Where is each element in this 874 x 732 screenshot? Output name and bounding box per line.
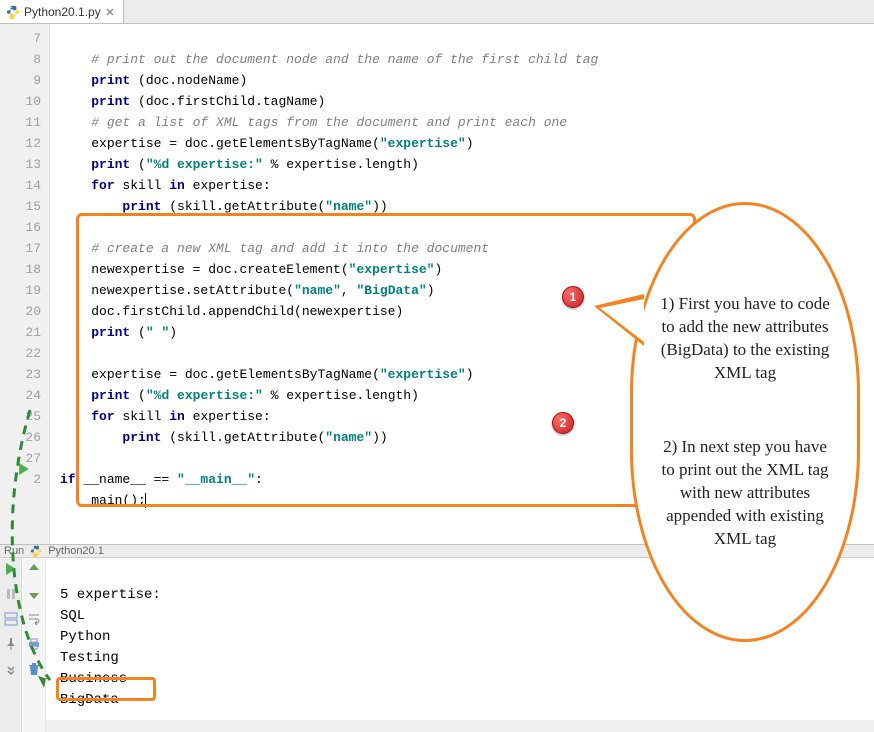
code-line: print (skill.getAttribute("name")) — [60, 430, 388, 445]
code-line: expertise = doc.getElementsByTagName("ex… — [60, 367, 474, 382]
console-line: Python — [60, 629, 110, 645]
code-line — [60, 220, 68, 235]
code-line: print ("%d expertise:" % expertise.lengt… — [60, 388, 419, 403]
console-output[interactable]: 5 expertise: SQL Python Testing Business… — [46, 558, 874, 732]
line-number-gutter: 78910 11121314 15161718 19202122 2324252… — [0, 24, 50, 544]
console-line: Testing — [60, 650, 119, 666]
code-line: print (" ") — [60, 325, 177, 340]
code-line: for skill in expertise: — [60, 178, 271, 193]
code-line: print (doc.firstChild.tagName) — [60, 94, 325, 109]
stop-icon[interactable] — [4, 587, 18, 604]
print-icon[interactable] — [27, 637, 41, 654]
code-line: newexpertise = doc.createElement("expert… — [60, 262, 442, 277]
up-icon[interactable] — [27, 562, 41, 579]
code-line: for skill in expertise: — [60, 409, 271, 424]
code-line: newexpertise.setAttribute("name", "BigDa… — [60, 283, 435, 298]
callout-text-2: 2) In next step you have to print out th… — [655, 436, 835, 551]
code-line: # print out the document node and the na… — [60, 52, 598, 67]
trash-icon[interactable] — [27, 662, 41, 679]
run-toolbar-secondary — [22, 558, 46, 732]
wrap-icon[interactable] — [27, 612, 41, 629]
run-gutter-icon[interactable] — [18, 461, 30, 482]
run-config-name: Python20.1 — [48, 545, 104, 557]
annotation-badge-1: 1 — [562, 286, 584, 308]
console-line: Business — [60, 671, 127, 687]
code-line: print (doc.nodeName) — [60, 73, 247, 88]
code-line: if __name__ == "__main__": — [60, 472, 263, 487]
callout-text-1: 1) First you have to code to add the new… — [655, 293, 835, 385]
close-icon[interactable] — [105, 7, 115, 17]
code-line — [60, 346, 68, 361]
callout-pointer — [594, 294, 644, 346]
run-tool-window: Run Python20.1 5 expertise: SQL Python T… — [0, 544, 874, 720]
code-line: # get a list of XML tags from the docume… — [60, 115, 567, 130]
more-icon[interactable] — [4, 662, 18, 679]
down-icon[interactable] — [27, 587, 41, 604]
run-label: Run — [4, 545, 24, 557]
pin-icon[interactable] — [4, 637, 18, 654]
annotation-badge-2: 2 — [552, 412, 574, 434]
run-toolbar-primary — [0, 558, 22, 732]
console-line: 5 expertise: — [60, 587, 161, 603]
code-line: expertise = doc.getElementsByTagName("ex… — [60, 136, 474, 151]
python-file-icon — [6, 5, 20, 19]
code-line: print (skill.getAttribute("name")) — [60, 199, 388, 214]
code-line: main(); — [60, 493, 146, 508]
layout-icon[interactable] — [4, 612, 18, 629]
tab-filename: Python20.1.py — [24, 5, 101, 19]
console-line: BigData — [60, 692, 119, 708]
editor-tab[interactable]: Python20.1.py — [0, 0, 124, 23]
python-file-icon — [30, 545, 42, 557]
code-line — [60, 451, 68, 466]
code-line: print ("%d expertise:" % expertise.lengt… — [60, 157, 419, 172]
code-line: # create a new XML tag and add it into t… — [60, 241, 489, 256]
console-line: SQL — [60, 608, 85, 624]
code-line: doc.firstChild.appendChild(newexpertise) — [60, 304, 403, 319]
editor-tab-bar: Python20.1.py — [0, 0, 874, 24]
rerun-icon[interactable] — [4, 562, 18, 579]
text-caret — [145, 493, 146, 508]
